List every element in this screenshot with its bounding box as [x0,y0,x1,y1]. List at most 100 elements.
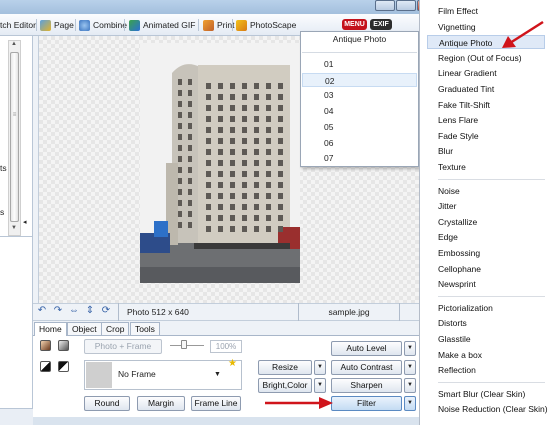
auto-contrast-label: Auto Contrast [340,362,393,372]
frame-line-button[interactable]: Frame Line [191,396,241,411]
chevron-down-icon[interactable]: ▼ [214,371,221,378]
round-label: Round [94,398,120,408]
menu-pill[interactable]: MENU [342,19,367,30]
filter-menu-item[interactable]: Lens Flare [438,113,478,127]
print-tab[interactable]: Print [203,18,234,32]
filter-menu-item[interactable]: Texture [438,160,466,174]
photo-frame-button[interactable]: Photo + Frame [84,339,162,354]
left-scrollbar-thumb[interactable] [10,52,19,222]
bw-swatch-icon[interactable] [40,361,51,372]
refresh-icon[interactable]: ⟳ [100,305,112,317]
tab-tools[interactable]: Tools [130,322,160,335]
zoom-slider-knob[interactable] [181,340,187,349]
window-pane [206,226,211,232]
filter-menu-item[interactable]: Fake Tilt-Shift [438,98,490,112]
window-pane [254,182,259,188]
window-pane [230,94,235,100]
zoom-slider-track[interactable] [170,345,204,346]
minimize-button[interactable] [375,0,395,11]
window-pane [188,145,192,151]
filter-menu-item[interactable]: Crystallize [438,215,477,229]
combine-tab[interactable]: Combine [79,18,127,32]
brown-swatch-icon[interactable] [40,340,51,351]
filter-menu-item[interactable]: Fade Style [438,129,479,143]
toolbar-separator [124,19,125,31]
page-tab[interactable]: Page [40,18,74,32]
tab-home[interactable]: Home [34,322,67,336]
rotate-left-icon[interactable]: ↶ [36,305,48,317]
flip-horizontal-icon[interactable]: ⇔ [68,305,80,317]
exif-pill[interactable]: EXIF [370,19,392,30]
filter-dropdown-icon[interactable]: ▼ [404,396,416,411]
scroll-up-icon[interactable]: ▲ [11,41,17,47]
bright-color-button[interactable]: Bright,Color [258,378,312,393]
filter-menu-item[interactable]: Noise Reduction (Clear Skin) [438,402,548,416]
filter-menu-item[interactable]: Region (Out of Focus) [438,51,522,65]
animated-gif-tab[interactable]: Animated GIF [129,18,195,32]
auto-level-button[interactable]: Auto Level [331,341,402,356]
filter-menu-item[interactable]: Noise [438,184,460,198]
filter-menu-item[interactable]: Linear Gradient [438,66,497,80]
tab-crop[interactable]: Crop [101,322,130,335]
invert-swatch-icon[interactable] [58,361,69,372]
window-pane [242,226,247,232]
filter-menu-item[interactable]: Blur [438,144,453,158]
building-photo [140,43,300,283]
filter-menu-item[interactable]: Glasstile [438,332,471,346]
filter-menu-item[interactable]: Film Effect [438,4,478,18]
filter-menu-item[interactable]: Make a box [438,348,482,362]
tab-object[interactable]: Object [67,322,102,335]
photoscape-tab[interactable]: PhotoScape [236,18,296,32]
window-pane [230,105,235,111]
round-button[interactable]: Round [84,396,130,411]
toolbar-separator [232,19,233,31]
scroll-down-icon[interactable]: ▼ [11,225,17,231]
window-pane [206,215,211,221]
sharpen-dropdown-icon[interactable]: ▼ [404,378,416,393]
maximize-button[interactable] [396,0,416,11]
window-pane [230,138,235,144]
window-pane [242,204,247,210]
collapse-panel-icon[interactable]: ◂ [23,218,31,236]
window-pane [188,90,192,96]
bright-color-dropdown-icon[interactable]: ▼ [314,378,326,393]
filter-menu-item[interactable]: Edge [438,230,458,244]
filter-menu-item[interactable]: Jitter [438,199,456,213]
filter-menu-item[interactable]: Pictorialization [438,301,493,315]
submenu-option[interactable]: 03 [324,88,417,102]
resize-button[interactable]: Resize [258,360,312,375]
filter-menu-item[interactable]: Graduated Tint [438,82,494,96]
sharpen-button[interactable]: Sharpen [331,378,402,393]
filter-menu-item[interactable]: Vignetting [438,20,476,34]
window-pane [218,215,223,221]
auto-level-dropdown-icon[interactable]: ▼ [404,341,416,356]
submenu-option[interactable]: 02 [302,72,417,87]
submenu-option[interactable]: 05 [324,120,417,134]
rotate-right-icon[interactable]: ↷ [52,305,64,317]
toolbar-separator [198,19,199,31]
batch-editor-tab[interactable]: tch Editor [0,18,36,32]
filter-menu-item[interactable]: Smart Blur (Clear Skin) [438,387,525,401]
filter-menu-item[interactable]: Cellophane [438,262,481,276]
submenu-option[interactable]: 04 [324,104,417,118]
window-pane [266,182,271,188]
favorite-star-icon[interactable]: ★ [228,358,237,369]
window-pane [230,204,235,210]
filter-menu-item[interactable]: Reflection [438,363,476,377]
filter-menu-item[interactable]: Newsprint [438,277,476,291]
window-pane [188,167,192,173]
submenu-option[interactable]: 06 [324,136,417,150]
flip-vertical-icon[interactable]: ⇕ [84,305,96,317]
gray-swatch-icon[interactable] [58,340,69,351]
auto-contrast-button[interactable]: Auto Contrast [331,360,402,375]
margin-button[interactable]: Margin [137,396,185,411]
window-pane [266,160,271,166]
submenu-option[interactable]: 01 [324,57,417,71]
filter-menu-item[interactable]: Embossing [438,246,480,260]
filter-menu-item[interactable]: Distorts [438,316,467,330]
submenu-option[interactable]: 07 [324,151,417,165]
window-pane [178,145,182,151]
auto-contrast-dropdown-icon[interactable]: ▼ [404,360,416,375]
resize-dropdown-icon[interactable]: ▼ [314,360,326,375]
filter-button[interactable]: Filter [331,396,402,411]
